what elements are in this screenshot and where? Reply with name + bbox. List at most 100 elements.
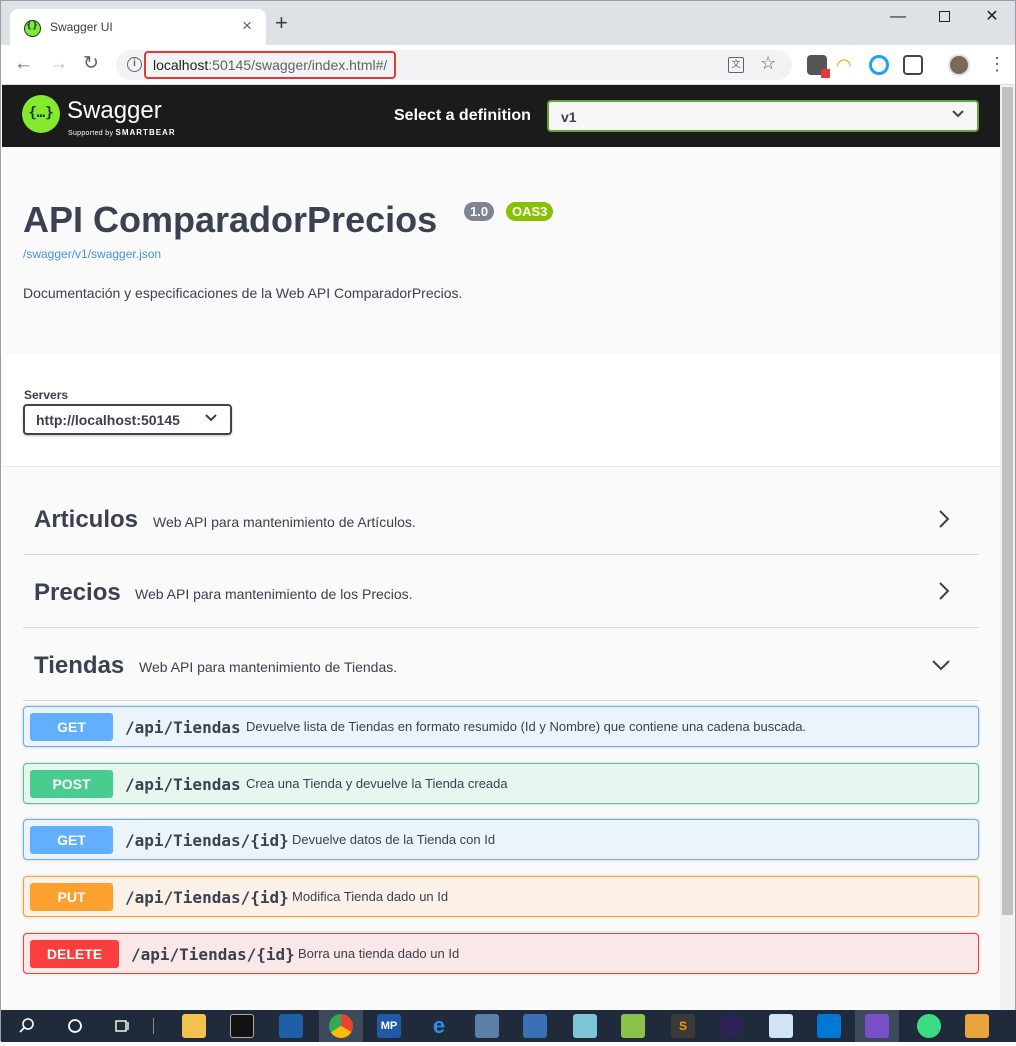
vscode-icon[interactable] — [817, 1014, 841, 1038]
scrollbar-thumb[interactable] — [1002, 87, 1013, 915]
tag-precios[interactable]: Precios Web API para mantenimiento de lo… — [23, 555, 979, 628]
extension-circle-icon[interactable] — [869, 55, 889, 75]
profile-avatar[interactable] — [948, 54, 970, 76]
tag-description: Web API para mantenimiento de Tiendas. — [139, 659, 398, 675]
extension-eyedropper-icon[interactable] — [807, 55, 830, 78]
tab-strip: {} Swagger UI × + — ✕ — [1, 1, 1015, 45]
mp-icon[interactable]: MP — [377, 1014, 401, 1038]
search-icon[interactable] — [15, 1014, 39, 1038]
servers-section: Servers http://localhost:50145 — [2, 354, 1000, 467]
tag-articulos[interactable]: Articulos Web API para mantenimiento de … — [23, 482, 979, 555]
extension-rss-icon[interactable]: ◠ — [836, 55, 856, 75]
chevron-down-icon[interactable] — [931, 658, 951, 672]
notepad-icon[interactable] — [573, 1014, 597, 1038]
minimize-button[interactable]: — — [875, 1, 921, 33]
browser-menu-icon[interactable]: ⋮ — [988, 54, 1006, 74]
remote-desktop-icon[interactable] — [523, 1014, 547, 1038]
method-badge: GET — [30, 826, 113, 854]
maximize-icon — [938, 11, 950, 22]
tag-description: Web API para mantenimiento de los Precio… — [135, 586, 413, 602]
method-badge: GET — [30, 713, 113, 741]
operation-summary: Borra una tienda dado un Id — [298, 946, 460, 961]
definition-value: v1 — [561, 109, 577, 125]
tab-swagger-ui[interactable]: {} Swagger UI × — [10, 9, 266, 45]
cortana-icon[interactable] — [63, 1014, 87, 1038]
servers-value: http://localhost:50145 — [36, 412, 180, 428]
definition-select[interactable]: v1 — [547, 100, 979, 132]
servers-select[interactable]: http://localhost:50145 — [23, 404, 232, 435]
definition-label: Select a definition — [394, 107, 531, 124]
swagger-brand: Swagger — [67, 97, 162, 124]
back-button[interactable]: ← — [14, 53, 33, 75]
forward-button[interactable]: → — [49, 53, 68, 75]
operation-summary: Crea una Tienda y devuelve la Tienda cre… — [246, 776, 508, 791]
operation-put-tienda[interactable]: PUT /api/Tiendas/{id} Modifica Tienda da… — [23, 876, 979, 917]
chevron-right-icon[interactable] — [937, 581, 951, 601]
url-host: localhost — [153, 57, 209, 73]
api-description: Documentación y especificaciones de la W… — [23, 285, 463, 301]
operation-post-tiendas[interactable]: POST /api/Tiendas Crea una Tienda y devu… — [23, 763, 979, 804]
oas-badge: OAS3 — [506, 202, 554, 221]
api-title: API ComparadorPrecios — [23, 199, 438, 240]
operation-summary: Devuelve datos de la Tienda con Id — [292, 832, 496, 847]
operation-summary: Modifica Tienda dado un Id — [292, 889, 449, 904]
operation-path: /api/Tiendas — [125, 718, 241, 737]
virtualbox-icon[interactable] — [475, 1014, 499, 1038]
bookmark-star-icon[interactable]: ☆ — [760, 53, 776, 74]
file-explorer-icon[interactable] — [182, 1014, 206, 1038]
operation-get-tienda-by-id[interactable]: GET /api/Tiendas/{id} Devuelve datos de … — [23, 819, 979, 860]
eclipse-icon[interactable] — [719, 1014, 743, 1038]
url-path: :50145/swagger/index.html#/ — [208, 57, 388, 73]
notepadpp-icon[interactable] — [621, 1014, 645, 1038]
operation-summary: Devuelve lista de Tiendas en formato res… — [246, 719, 807, 734]
operations-area: Articulos Web API para mantenimiento de … — [2, 467, 1000, 1010]
vertical-scrollbar[interactable] — [1000, 85, 1015, 1010]
chevron-right-icon[interactable] — [937, 509, 951, 529]
reload-button[interactable]: ↻ — [83, 53, 99, 75]
browser-toolbar: ← → ↻ i localhost:50145/swagger/index.ht… — [1, 45, 1015, 85]
powershell-icon[interactable] — [279, 1014, 303, 1038]
android-studio-icon[interactable] — [917, 1014, 941, 1038]
chevron-down-icon — [204, 410, 218, 427]
operation-get-tiendas[interactable]: GET /api/Tiendas Devuelve lista de Tiend… — [23, 706, 979, 747]
operation-path: /api/Tiendas/{id} — [131, 945, 295, 964]
extension-screenshot-icon[interactable] — [903, 55, 923, 75]
site-info-icon[interactable]: i — [127, 57, 142, 72]
method-badge: POST — [30, 770, 113, 798]
operation-delete-tienda[interactable]: DELETE /api/Tiendas/{id} Borra una tiend… — [23, 933, 979, 974]
method-badge: PUT — [30, 883, 113, 911]
edge-icon[interactable]: e — [427, 1014, 451, 1038]
close-window-button[interactable]: ✕ — [969, 1, 1015, 33]
swagger-logo-icon[interactable]: {…} — [22, 95, 60, 133]
version-badge: 1.0 — [464, 202, 495, 221]
task-view-icon[interactable] — [110, 1014, 134, 1038]
cmd-icon[interactable] — [230, 1014, 254, 1038]
operation-path: /api/Tiendas/{id} — [125, 888, 289, 907]
tag-name: Tiendas — [34, 652, 125, 679]
api-info: API ComparadorPrecios 1.0 OAS3 /swagger/… — [2, 147, 1000, 354]
sublime-icon[interactable]: S — [671, 1014, 695, 1038]
operation-path: /api/Tiendas/{id} — [125, 831, 289, 850]
spec-json-link[interactable]: /swagger/v1/swagger.json — [23, 247, 161, 261]
method-badge: DELETE — [30, 940, 119, 968]
supported-by-text: Supported by SMARTBEAR — [68, 128, 176, 137]
cube-icon[interactable] — [965, 1014, 989, 1038]
translate-icon[interactable]: 文 — [728, 57, 744, 73]
tag-tiendas[interactable]: Tiendas Web API para mantenimiento de Ti… — [23, 628, 979, 701]
maximize-button[interactable] — [921, 1, 967, 33]
operation-path: /api/Tiendas — [125, 775, 241, 794]
tab-close-icon[interactable]: × — [242, 16, 252, 36]
address-bar[interactable]: i localhost:50145/swagger/index.html#/ 文… — [116, 50, 792, 80]
browser-window: {} Swagger UI × + — ✕ ← → ↻ i localhost:… — [0, 0, 1016, 1042]
visual-studio-icon[interactable] — [865, 1014, 889, 1038]
windows-taskbar: MP e S — [1, 1010, 1016, 1042]
url-text[interactable]: localhost:50145/swagger/index.html#/ — [144, 51, 397, 79]
swagger-favicon-icon: {} — [24, 20, 41, 37]
tag-description: Web API para mantenimiento de Artículos. — [153, 514, 416, 530]
box-icon[interactable] — [769, 1014, 793, 1038]
new-tab-button[interactable]: + — [275, 12, 288, 34]
swagger-topbar: {…} Swagger Supported by SMARTBEAR Selec… — [2, 85, 1000, 147]
tag-name: Precios — [34, 579, 121, 606]
tab-title: Swagger UI — [50, 20, 113, 34]
chrome-icon[interactable] — [329, 1014, 353, 1038]
